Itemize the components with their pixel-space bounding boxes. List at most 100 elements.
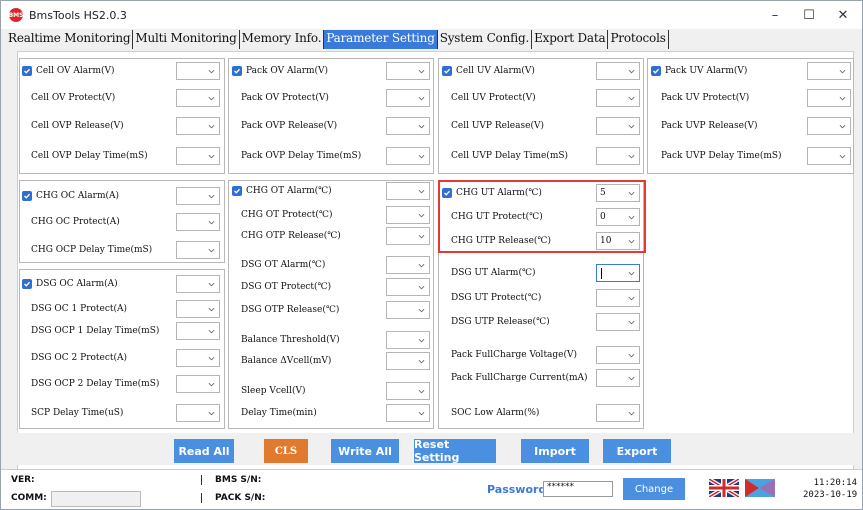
cls-button[interactable]: CLS [264, 439, 308, 463]
chevron-down-icon[interactable] [839, 153, 846, 160]
pack-fullcharge-current-combo[interactable] [596, 369, 640, 387]
cell-ov-protect-combo[interactable] [176, 89, 220, 107]
dsg-ut-alarm-combo[interactable] [596, 264, 640, 282]
cell-uv-protect-combo[interactable] [596, 89, 640, 107]
chevron-down-icon[interactable] [628, 68, 635, 75]
dsg-ocp1-delay-combo[interactable] [176, 322, 220, 340]
soc-low-alarm-combo[interactable] [596, 404, 640, 422]
chevron-down-icon[interactable] [628, 319, 635, 326]
cell-uvp-release-combo[interactable] [596, 117, 640, 135]
chg-ocp-delay-combo[interactable] [176, 241, 220, 259]
scp-delay-combo[interactable] [176, 404, 220, 422]
chg-ut-protect-combo[interactable]: 0 [596, 208, 640, 226]
chevron-down-icon[interactable] [418, 95, 425, 102]
dsg-ocp2-delay-combo[interactable] [176, 375, 220, 393]
dsg-ot-protect-combo[interactable] [386, 278, 430, 296]
tab-protocols[interactable]: Protocols [608, 30, 669, 49]
minimize-button[interactable]: – [758, 1, 792, 29]
chevron-down-icon[interactable] [208, 306, 215, 313]
dsg-ut-protect-combo[interactable] [596, 289, 640, 307]
dsg-oc1-protect-combo[interactable] [176, 300, 220, 318]
tab-realtime-monitoring[interactable]: Realtime Monitoring [6, 30, 134, 49]
sleep-vcell-combo[interactable] [386, 382, 430, 400]
close-button[interactable]: ✕ [826, 1, 860, 29]
chevron-down-icon[interactable] [628, 214, 635, 221]
pack-uv-alarm-checkbox[interactable] [651, 66, 661, 76]
write-all-button[interactable]: Write All [331, 439, 399, 463]
export-button[interactable]: Export [603, 439, 671, 463]
chevron-down-icon[interactable] [628, 95, 635, 102]
chevron-down-icon[interactable] [208, 281, 215, 288]
chevron-down-icon[interactable] [418, 410, 425, 417]
dsg-oc-alarm-checkbox[interactable] [22, 279, 32, 289]
chg-utp-release-combo[interactable]: 10 [596, 232, 640, 250]
chevron-down-icon[interactable] [418, 153, 425, 160]
chevron-down-icon[interactable] [628, 270, 635, 277]
dsg-oc-alarm-combo[interactable] [176, 275, 220, 293]
chevron-down-icon[interactable] [418, 284, 425, 291]
dsg-ot-alarm-combo[interactable] [386, 256, 430, 274]
chevron-down-icon[interactable] [628, 375, 635, 382]
chevron-down-icon[interactable] [418, 188, 425, 195]
chevron-down-icon[interactable] [208, 219, 215, 226]
chevron-down-icon[interactable] [418, 337, 425, 344]
chevron-down-icon[interactable] [839, 68, 846, 75]
cell-ovp-release-combo[interactable] [176, 117, 220, 135]
chg-otp-release-combo[interactable] [386, 227, 430, 245]
chevron-down-icon[interactable] [208, 193, 215, 200]
tab-export-data[interactable]: Export Data [532, 30, 609, 49]
chevron-down-icon[interactable] [628, 153, 635, 160]
chevron-down-icon[interactable] [628, 190, 635, 197]
tab-multi-monitoring[interactable]: Multi Monitoring [133, 30, 240, 49]
chevron-down-icon[interactable] [418, 233, 425, 240]
language-flag-icon[interactable] [745, 479, 775, 497]
chevron-down-icon[interactable] [418, 212, 425, 219]
pack-ov-alarm-checkbox[interactable] [232, 66, 242, 76]
chevron-down-icon[interactable] [208, 328, 215, 335]
chevron-down-icon[interactable] [628, 352, 635, 359]
chevron-down-icon[interactable] [418, 123, 425, 130]
chevron-down-icon[interactable] [208, 123, 215, 130]
chevron-down-icon[interactable] [418, 358, 425, 365]
pack-ov-alarm-combo[interactable] [386, 62, 430, 80]
pack-uvp-release-combo[interactable] [807, 117, 851, 135]
chevron-down-icon[interactable] [208, 247, 215, 254]
chevron-down-icon[interactable] [628, 123, 635, 130]
import-button[interactable]: Import [521, 439, 589, 463]
balance-threshold-combo[interactable] [386, 331, 430, 349]
chevron-down-icon[interactable] [208, 95, 215, 102]
pack-ovp-release-combo[interactable] [386, 117, 430, 135]
chevron-down-icon[interactable] [839, 95, 846, 102]
pack-ov-protect-combo[interactable] [386, 89, 430, 107]
chevron-down-icon[interactable] [418, 68, 425, 75]
chevron-down-icon[interactable] [208, 153, 215, 160]
chevron-down-icon[interactable] [208, 355, 215, 362]
chevron-down-icon[interactable] [418, 307, 425, 314]
chg-ot-alarm-combo[interactable] [386, 182, 430, 200]
comm-field[interactable] [51, 491, 141, 507]
tab-memory-info[interactable]: Memory Info. [240, 30, 325, 49]
read-all-button[interactable]: Read All [174, 439, 234, 463]
reset-setting-button[interactable]: Reset Setting [414, 438, 496, 464]
cell-ov-alarm-combo[interactable] [176, 62, 220, 80]
tab-system-config[interactable]: System Config. [438, 30, 533, 49]
chevron-down-icon[interactable] [418, 262, 425, 269]
pack-uv-alarm-combo[interactable] [807, 62, 851, 80]
cell-uvp-delay-combo[interactable] [596, 147, 640, 165]
maximize-button[interactable]: ☐ [792, 1, 826, 29]
pack-uvp-delay-combo[interactable] [807, 147, 851, 165]
cell-uv-alarm-combo[interactable] [596, 62, 640, 80]
pack-uv-protect-combo[interactable] [807, 89, 851, 107]
chg-ut-alarm-combo[interactable]: 5 [596, 184, 640, 202]
chg-ut-alarm-checkbox[interactable] [442, 188, 452, 198]
chevron-down-icon[interactable] [208, 68, 215, 75]
uk-flag-icon[interactable] [707, 477, 741, 499]
chg-oc-alarm-checkbox[interactable] [22, 191, 32, 201]
password-input[interactable]: ****** [543, 481, 613, 497]
cell-ov-alarm-checkbox[interactable] [22, 66, 32, 76]
dsg-oc2-protect-combo[interactable] [176, 349, 220, 367]
chevron-down-icon[interactable] [628, 295, 635, 302]
dsg-utp-release-combo[interactable] [596, 313, 640, 331]
cell-ovp-delay-combo[interactable] [176, 147, 220, 165]
chevron-down-icon[interactable] [208, 381, 215, 388]
